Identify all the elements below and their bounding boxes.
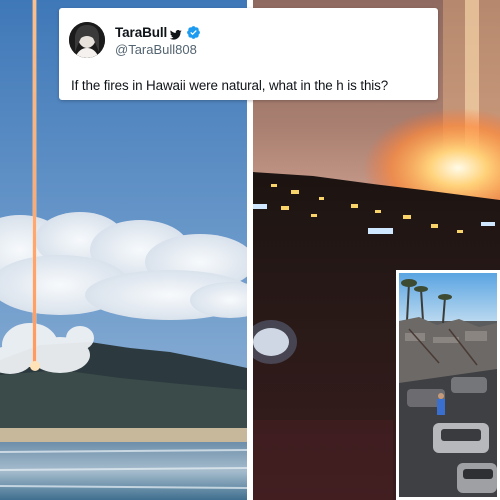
avatar[interactable] bbox=[69, 22, 105, 58]
verified-badge-icon bbox=[186, 25, 201, 40]
inset-photo-burned-town bbox=[396, 270, 500, 500]
user-handle[interactable]: @TaraBull808 bbox=[115, 42, 197, 57]
display-name[interactable]: TaraBull bbox=[115, 25, 167, 40]
tweet-text: If the fires in Hawaii were natural, wha… bbox=[71, 78, 389, 93]
twitter-bird-icon bbox=[170, 27, 183, 40]
meme-collage: TaraBull @TaraBull808 If the fires in Ha… bbox=[0, 0, 500, 500]
tweet-card[interactable]: TaraBull @TaraBull808 If the fires in Ha… bbox=[59, 8, 438, 100]
name-row: TaraBull bbox=[115, 24, 201, 40]
